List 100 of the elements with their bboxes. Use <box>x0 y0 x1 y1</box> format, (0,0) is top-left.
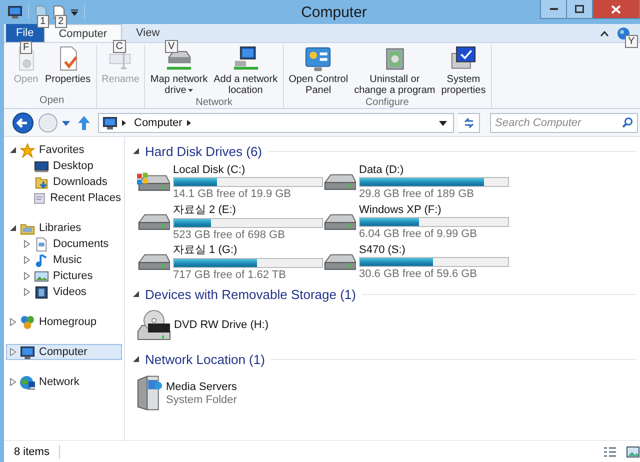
keytip: 1 <box>37 15 49 28</box>
nav-item[interactable]: Documents <box>6 236 122 252</box>
item-name[interactable]: Windows XP (F:) <box>359 204 509 216</box>
computer-check-icon <box>450 46 476 72</box>
item-detail: 6.04 GB free of 9.99 GB <box>359 228 478 240</box>
hard-drive-icon <box>137 212 170 230</box>
item-detail: System Folder <box>166 394 237 406</box>
ribbon-tab[interactable]: View <box>122 24 174 42</box>
hard-drive-icon <box>323 172 356 190</box>
refresh-icon <box>464 118 474 128</box>
collapsed-arrow-icon[interactable] <box>10 318 16 326</box>
homegroup-icon <box>20 314 35 330</box>
collapsed-arrow-icon[interactable] <box>10 348 16 356</box>
item-detail: 14.1 GB free of 19.9 GB <box>173 188 292 200</box>
nav-item[interactable]: Favorites <box>6 142 122 158</box>
group-heading[interactable]: Devices with Removable Storage (1) <box>145 286 356 302</box>
nav-label: Favorites <box>39 144 84 156</box>
ribbon-button[interactable]: Open Control Panel <box>286 45 350 97</box>
group-label: Open <box>40 95 64 108</box>
nav-item[interactable]: Recent Places <box>6 190 122 206</box>
ribbon-button[interactable]: Uninstall or change a program <box>352 45 438 97</box>
minimize-icon <box>550 8 558 10</box>
nav-label: Pictures <box>53 270 93 282</box>
history-dropdown-icon[interactable] <box>62 120 70 126</box>
item-name[interactable]: Local Disk (C:) <box>173 164 323 176</box>
item-name[interactable]: Media Servers <box>166 380 237 392</box>
group-heading[interactable]: Network Location (1) <box>145 352 265 366</box>
network-globe-icon <box>20 374 35 390</box>
keytip: C <box>112 40 126 53</box>
film-icon <box>34 284 49 300</box>
document-icon <box>34 236 49 252</box>
network-computer-icon <box>232 46 259 72</box>
nav-label: Music <box>53 254 82 266</box>
close-icon <box>611 4 621 14</box>
music-note-icon <box>34 252 49 268</box>
nav-label: Videos <box>53 286 86 298</box>
dropdown-icon[interactable] <box>71 8 78 16</box>
group-label: Network <box>196 97 232 109</box>
keytip: 2 <box>55 15 67 28</box>
nav-label: Recent Places <box>50 192 121 204</box>
nav-label: Network <box>39 376 80 388</box>
large-icons-view-icon[interactable] <box>626 446 640 458</box>
hard-drive-icon <box>137 170 170 192</box>
picture-icon <box>34 268 49 284</box>
item-name[interactable]: DVD RW Drive (H:) <box>174 318 269 330</box>
minimize-button[interactable] <box>541 0 567 18</box>
ribbon-button[interactable]: Add a network location <box>212 45 280 97</box>
hard-drive-icon <box>137 252 170 270</box>
nav-item[interactable]: Libraries <box>6 220 122 236</box>
computer-icon <box>20 344 35 360</box>
nav-label: Libraries <box>39 222 82 234</box>
nav-label: Computer <box>39 346 88 358</box>
recent-places-icon <box>33 190 46 206</box>
nav-item[interactable]: Pictures <box>6 268 122 284</box>
item-name[interactable]: S470 (S:) <box>359 244 509 256</box>
nav-item[interactable]: Homegroup <box>6 314 122 330</box>
search-field[interactable]: Search Computer <box>490 113 638 133</box>
collapsed-arrow-icon[interactable] <box>10 378 16 386</box>
ribbon-button[interactable]: System properties <box>439 45 488 97</box>
restore-icon <box>575 5 584 13</box>
expanded-arrow-icon[interactable] <box>133 356 139 362</box>
keytip: F <box>20 41 32 54</box>
hard-drive-icon <box>323 212 356 230</box>
expanded-arrow-icon[interactable] <box>10 225 16 231</box>
group-heading[interactable]: Hard Disk Drives (6) <box>145 144 262 158</box>
nav-label: Documents <box>53 238 109 250</box>
nav-item[interactable]: Network <box>6 374 122 390</box>
breadcrumb[interactable]: Computer <box>134 117 182 129</box>
ribbon-tab[interactable]: File <box>6 24 44 42</box>
details-view-icon[interactable] <box>604 447 616 457</box>
refresh-button[interactable] <box>458 113 480 133</box>
hard-drive-icon <box>323 252 356 270</box>
nav-item[interactable]: Videos <box>6 284 122 300</box>
ribbon-button[interactable]: Properties <box>43 45 93 95</box>
expanded-arrow-icon[interactable] <box>133 148 139 154</box>
address-bar[interactable]: Computer <box>98 113 454 133</box>
star-icon <box>20 142 35 158</box>
item-name[interactable]: Data (D:) <box>359 164 509 176</box>
collapse-ribbon-icon[interactable] <box>600 30 609 36</box>
search-icon <box>622 117 633 128</box>
back-button[interactable] <box>12 112 34 134</box>
nav-item[interactable]: Downloads <box>6 174 122 190</box>
expanded-arrow-icon[interactable] <box>10 147 16 153</box>
window-title: Computer <box>300 4 368 20</box>
restore-button[interactable] <box>567 0 593 18</box>
nav-item[interactable]: Desktop <box>6 158 122 174</box>
up-arrow-icon[interactable] <box>78 116 90 130</box>
item-name[interactable]: 자료실 1 (G:) <box>173 242 323 257</box>
nav-item[interactable]: Music <box>6 252 122 268</box>
ribbon-tab[interactable]: Computer <box>44 24 122 42</box>
dropdown-icon[interactable] <box>439 120 447 126</box>
nav-item[interactable]: Computer <box>6 344 122 360</box>
expanded-arrow-icon[interactable] <box>133 291 139 297</box>
app-icon <box>8 6 22 18</box>
control-panel-icon <box>305 46 332 72</box>
item-detail: 717 GB free of 1.62 TB <box>173 269 287 281</box>
item-name[interactable]: 자료실 2 (E:) <box>173 202 323 217</box>
close-button[interactable] <box>593 0 639 18</box>
media-server-icon <box>137 374 163 412</box>
item-detail: 30.6 GB free of 59.6 GB <box>359 268 478 280</box>
